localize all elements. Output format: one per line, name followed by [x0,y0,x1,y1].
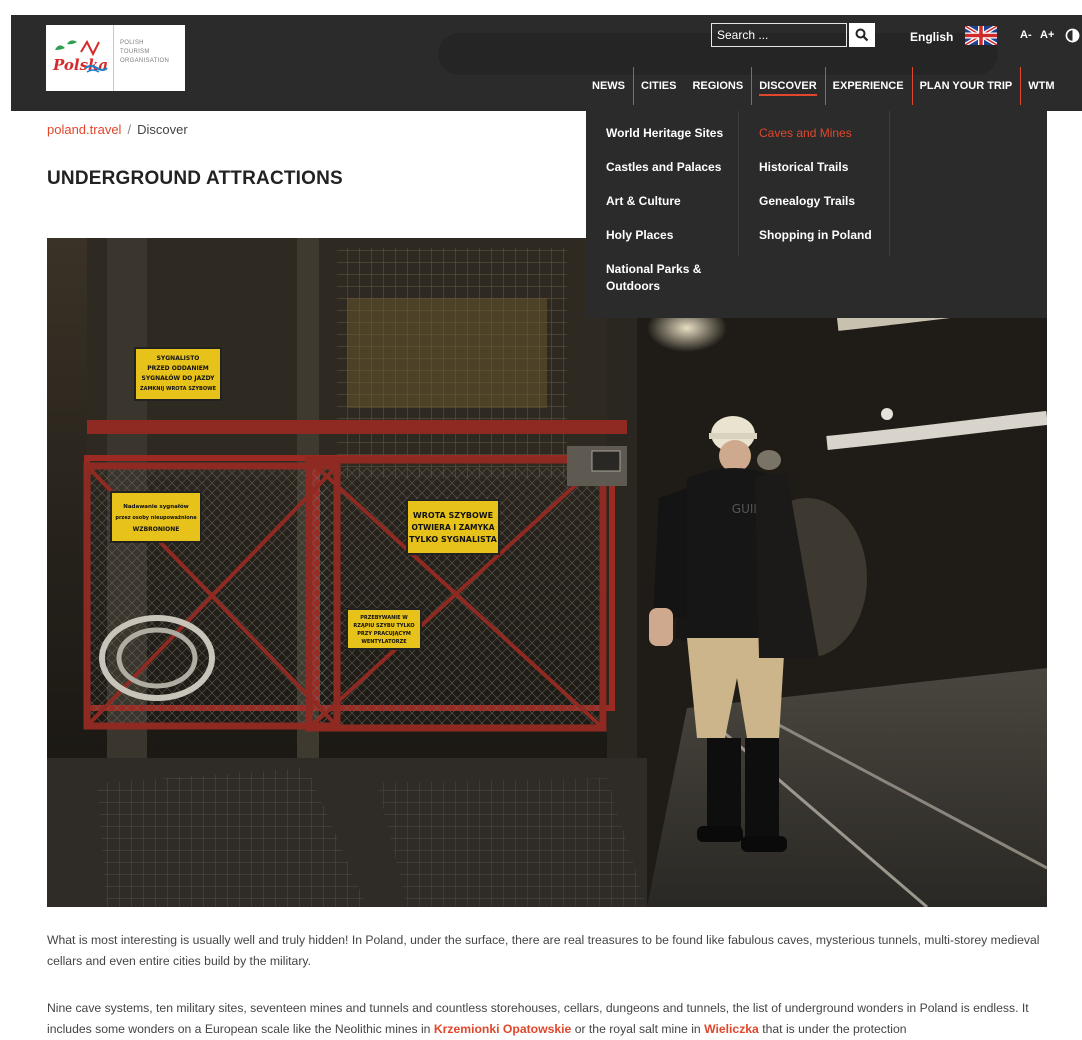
search-input[interactable]: Search ... [711,23,847,47]
paragraph-text: that is under the protection [758,1022,907,1036]
uk-flag-icon[interactable] [965,26,997,45]
svg-text:WENTYLATORZE: WENTYLATORZE [361,639,407,645]
svg-text:PRZEBYWANIE W: PRZEBYWANIE W [360,615,408,621]
nav-item-news[interactable]: NEWS [584,67,633,105]
menu-item-holy-places[interactable]: Holy Places [606,227,736,244]
search-icon [855,28,869,42]
svg-text:WZBRONIONE: WZBRONIONE [133,526,180,533]
svg-text:WROTA SZYBOWE: WROTA SZYBOWE [413,511,493,520]
menu-item-caves-and-mines[interactable]: Caves and Mines [759,125,889,142]
warning-sign: PRZEBYWANIE W RZĄPIU SZYBU TYLKO PRZY PR… [346,608,422,650]
intro-paragraph: What is most interesting is usually well… [47,933,1040,968]
dropdown-column: Caves and Mines Historical Trails Geneal… [738,111,890,256]
menu-item-shopping-in-poland[interactable]: Shopping in Poland [759,227,889,244]
nav-item-regions[interactable]: REGIONS [684,67,751,105]
link-krzemionki-opatowskie[interactable]: Krzemionki Opatowskie [434,1022,571,1036]
svg-text:PRZY PRACUJĄCYM: PRZY PRACUJĄCYM [357,631,411,637]
menu-item-genealogy-trails[interactable]: Genealogy Trails [759,193,889,210]
nav-item-experience[interactable]: EXPERIENCE [824,67,912,105]
logo-organisation-text: POLISH TOURISM ORGANISATION [114,25,185,91]
site-header: Polska POLISH TOURISM ORGANISATION Searc… [11,15,1082,111]
breadcrumb-separator: / [127,122,132,137]
svg-text:TYLKO SYGNALISTA: TYLKO SYGNALISTA [409,535,497,544]
svg-text:PRZED ODDANIEM: PRZED ODDANIEM [147,365,209,372]
menu-item-national-parks-outdoors[interactable]: National Parks & Outdoors [606,261,716,295]
breadcrumb-current: Discover [137,122,188,137]
menu-item-castles-and-palaces[interactable]: Castles and Palaces [606,159,736,176]
contrast-icon[interactable] [1065,28,1080,43]
logo-brand-text: Polska [52,56,108,74]
menu-item-art-culture[interactable]: Art & Culture [606,193,736,210]
svg-text:przez osoby nieupoważnione: przez osoby nieupoważnione [115,515,197,521]
menu-item-historical-trails[interactable]: Historical Trails [759,159,889,176]
logo-line: TOURISM [120,49,150,55]
breadcrumb: poland.travel / Discover [47,122,188,137]
nav-item-cities[interactable]: CITIES [633,67,684,105]
svg-text:Nadawanie sygnałów: Nadawanie sygnałów [123,503,189,510]
menu-item-world-heritage-sites[interactable]: World Heritage Sites [606,125,736,142]
main-nav: NEWS CITIES REGIONS DISCOVER EXPERIENCE … [584,67,1063,105]
paragraph-text: or the royal salt mine in [571,1022,705,1036]
svg-text:ZAMKNIJ WROTA SZYBOWE: ZAMKNIJ WROTA SZYBOWE [140,386,217,392]
discover-dropdown-menu: World Heritage Sites Castles and Palaces… [586,111,1047,318]
font-decrease-button[interactable]: A- [1020,29,1032,41]
font-increase-button[interactable]: A+ [1040,29,1054,41]
search-button[interactable] [849,23,875,47]
warning-sign: Nadawanie sygnałów przez osoby nieupoważ… [110,491,202,543]
warning-sign: SYGNALISTO PRZED ODDANIEM SYGNAŁÓW DO JA… [134,347,222,401]
warning-sign: WROTA SZYBOWE OTWIERA I ZAMYKA TYLKO SYG… [406,499,500,555]
svg-text:OTWIERA I ZAMYKA: OTWIERA I ZAMYKA [411,523,494,532]
site-logo[interactable]: Polska POLISH TOURISM ORGANISATION [46,25,185,91]
svg-text:SYGNAŁÓW DO JAZDY: SYGNAŁÓW DO JAZDY [142,375,216,382]
body-paragraph: Nine cave systems, ten military sites, s… [47,998,1047,1040]
logo-line: ORGANISATION [120,58,170,64]
polska-logo-icon: Polska [46,25,114,91]
hero-image: SYGNALISTO PRZED ODDANIEM SYGNAŁÓW DO JA… [47,238,1047,907]
breadcrumb-home-link[interactable]: poland.travel [47,122,121,137]
language-selector[interactable]: English [910,30,953,44]
page-title: UNDERGROUND ATTRACTIONS [47,168,343,189]
nav-item-discover[interactable]: DISCOVER [751,67,824,105]
svg-text:RZĄPIU SZYBU TYLKO: RZĄPIU SZYBU TYLKO [353,623,414,629]
svg-text:SYGNALISTO: SYGNALISTO [157,355,200,362]
nav-item-plan-your-trip[interactable]: PLAN YOUR TRIP [911,67,1021,105]
link-wieliczka[interactable]: Wieliczka [704,1022,759,1036]
nav-item-wtm[interactable]: WTM [1020,67,1062,105]
logo-line: POLISH [120,40,144,46]
